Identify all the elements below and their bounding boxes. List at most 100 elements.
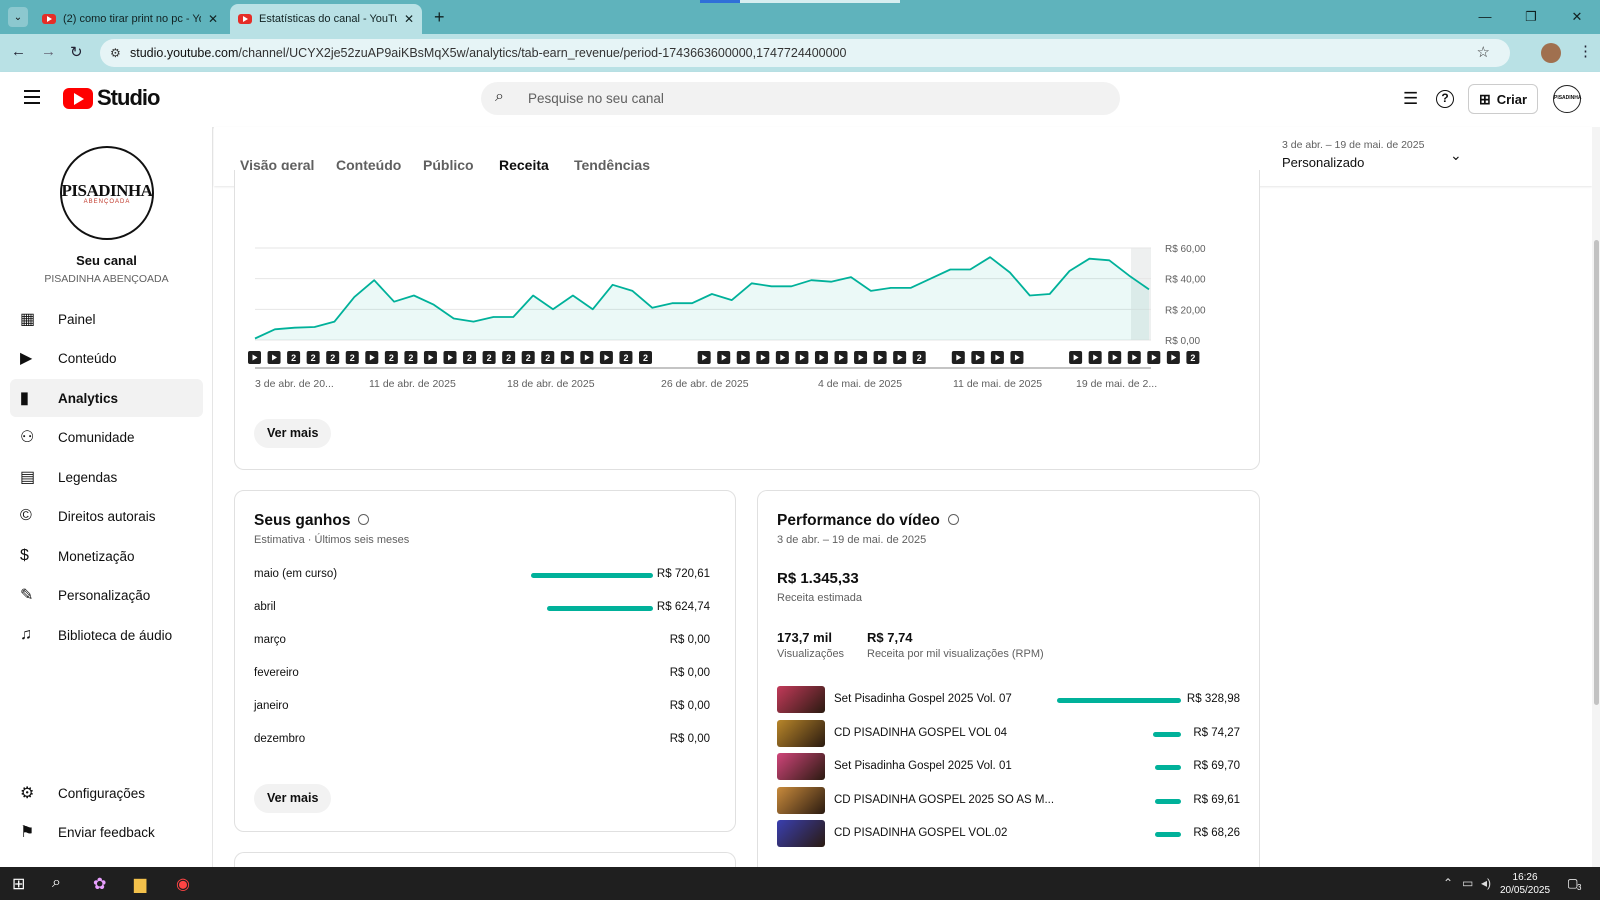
sidebar-item-label: Legendas — [58, 469, 118, 485]
sidebar-item-personalizacao[interactable]: ✎ Personalização — [10, 576, 203, 614]
earnings-month: maio (em curso) — [254, 568, 338, 580]
video-thumbnail[interactable] — [777, 753, 825, 780]
sidebar-item-biblioteca[interactable]: ♫ Biblioteca de áudio — [10, 616, 203, 654]
video-title[interactable]: Set Pisadinha Gospel 2025 Vol. 07 — [834, 693, 1012, 705]
data-point — [989, 256, 991, 258]
sidebar-item-analytics[interactable]: ▮ Analytics — [10, 379, 203, 417]
data-point — [512, 316, 514, 318]
copilot-icon[interactable]: ✿ — [93, 874, 106, 894]
video-title[interactable]: CD PISADINHA GOSPEL VOL 04 — [834, 727, 1007, 739]
video-revenue-bar — [1155, 798, 1181, 804]
sidebar-item-monetizacao[interactable]: $ Monetização — [10, 537, 203, 575]
data-point — [1108, 259, 1110, 261]
data-point — [1029, 294, 1031, 296]
chrome-icon[interactable]: ◉ — [176, 874, 190, 894]
info-icon[interactable] — [947, 514, 959, 525]
close-window-icon[interactable]: ✕ — [1554, 0, 1600, 34]
scrollbar-thumb[interactable] — [1594, 240, 1599, 705]
video-revenue: R$ 69,61 — [1193, 793, 1240, 806]
monetization-icon: $ — [20, 547, 29, 564]
video-revenue-bar — [1155, 765, 1181, 770]
analytics-icon: ▮ — [20, 390, 29, 407]
earnings-month: março — [254, 634, 286, 646]
video-thumbnail[interactable] — [777, 719, 825, 747]
file-explorer-icon[interactable]: ▆ — [134, 874, 146, 894]
minimize-icon[interactable]: — — [1462, 0, 1508, 34]
marker-count: 2 — [643, 353, 648, 363]
sidebar-item-direitos[interactable]: © Direitos autorais — [10, 497, 203, 535]
create-button[interactable]: ⊞ Criar — [1468, 84, 1538, 114]
sidebar-item-label: Enviar feedback — [58, 824, 155, 840]
see-more-button[interactable]: Ver mais — [254, 784, 332, 813]
bookmark-star-icon[interactable]: ☆ — [1477, 39, 1490, 67]
notification-count: 3 — [1577, 883, 1582, 892]
earnings-value: R$ 0,00 — [669, 634, 710, 646]
channel-avatar[interactable]: PISADINHA ABENÇOADA — [60, 146, 154, 240]
create-video-icon: ⊞ — [1478, 90, 1491, 107]
search-placeholder: Pesquise no seu canal — [528, 91, 664, 106]
rpm-value: R$ 7,74 — [867, 630, 913, 645]
forward-icon[interactable]: → — [41, 43, 56, 60]
sidebar-item-conteudo[interactable]: ▶ Conteúdo — [10, 339, 203, 377]
create-label: Criar — [1496, 91, 1528, 107]
studio-logo[interactable]: Studio — [63, 85, 160, 111]
performance-title: Performance do vídeo — [777, 512, 959, 530]
revenue-chart[interactable]: R$ 60,00 R$ 40,00 R$ 20,00 R$ 0,00 2 2 2 2 2 2 2 2 2… — [235, 240, 1259, 460]
system-clock[interactable]: 16:26 20/05/2025 — [1500, 871, 1550, 897]
network-icon[interactable]: ▭ — [1462, 876, 1473, 890]
data-point — [353, 296, 355, 298]
reload-icon[interactable]: ↻ — [70, 43, 83, 61]
video-thumbnail[interactable] — [777, 820, 825, 847]
tab-search-icon[interactable]: ⌄ — [8, 7, 28, 27]
close-tab-icon[interactable]: ✕ — [404, 12, 414, 26]
sidebar-item-label: Personalização — [58, 587, 151, 603]
chevron-down-icon[interactable]: ⌄ — [1450, 147, 1462, 164]
windows-start-icon[interactable]: ⊞ — [12, 874, 25, 894]
menu-icon[interactable] — [24, 90, 40, 108]
sidebar-item-comunidade[interactable]: ⚇ Comunidade — [10, 418, 203, 456]
search-input[interactable]: ⌕ Pesquise no seu canal — [481, 82, 1120, 115]
new-tab-icon[interactable]: + — [434, 7, 445, 28]
data-point — [929, 277, 931, 279]
youtube-favicon-icon — [42, 14, 56, 24]
sidebar-item-legendas[interactable]: ▤ Legendas — [10, 458, 203, 496]
volume-icon[interactable]: ◂) — [1481, 876, 1491, 890]
site-info-icon[interactable]: ⚙ — [110, 39, 121, 67]
see-more-button[interactable]: Ver mais — [254, 419, 332, 448]
video-title[interactable]: CD PISADINHA GOSPEL 2025 SO AS M... — [834, 794, 1054, 806]
data-point — [274, 328, 276, 330]
video-thumbnail[interactable] — [777, 786, 825, 814]
browser-tab[interactable]: (2) como tirar print no pc - YouTube ✕ — [34, 4, 226, 34]
browser-menu-icon[interactable]: ⋮ — [1578, 42, 1593, 60]
video-title[interactable]: Set Pisadinha Gospel 2025 Vol. 01 — [834, 760, 1012, 772]
restore-icon[interactable]: ❐ — [1508, 0, 1554, 34]
info-icon[interactable] — [358, 514, 370, 525]
video-thumbnail[interactable] — [777, 686, 825, 713]
account-avatar[interactable]: PISADINHA — [1553, 85, 1582, 113]
tray-chevron-icon[interactable]: ⌃ — [1443, 876, 1453, 890]
feedback-message-icon[interactable]: ☰ — [1403, 89, 1418, 109]
url-input[interactable]: ⚙ studio.youtube.com/channel/UCYX2je52zu… — [100, 39, 1510, 67]
url-host: studio.youtube.com — [130, 46, 239, 60]
search-icon[interactable]: ⌕ — [52, 874, 61, 892]
marker-count: 2 — [917, 353, 922, 363]
marker-count: 2 — [467, 353, 472, 363]
period-selector[interactable]: 3 de abr. – 19 de mai. de 2025 Personali… — [1282, 139, 1424, 170]
x-tick-label: 11 de mai. de 2025 — [953, 378, 1042, 390]
back-icon[interactable]: ← — [11, 43, 26, 60]
sidebar-item-painel[interactable]: ▦ Painel — [10, 300, 203, 338]
help-icon[interactable]: ? — [1436, 90, 1454, 108]
y-tick-label: R$ 0,00 — [1165, 336, 1200, 347]
close-tab-icon[interactable]: ✕ — [208, 12, 218, 26]
sidebar-item-feedback[interactable]: ⚑ Enviar feedback — [10, 813, 203, 851]
sidebar-item-settings[interactable]: ⚙ Configurações — [10, 774, 203, 812]
data-point — [691, 302, 693, 304]
performance-period: 3 de abr. – 19 de mai. de 2025 — [777, 534, 927, 546]
video-revenue: R$ 328,98 — [1186, 693, 1240, 705]
data-point — [393, 300, 395, 302]
profile-avatar[interactable] — [1541, 43, 1561, 63]
browser-tab-active[interactable]: Estatísticas do canal - YouTube Studio ✕ — [230, 4, 422, 34]
video-title[interactable]: CD PISADINHA GOSPEL VOL.02 — [834, 827, 1007, 839]
address-bar-row: ← → ↻ ⚙ studio.youtube.com/channel/UCYX2… — [0, 34, 1600, 72]
video-revenue: R$ 68,26 — [1193, 827, 1240, 839]
